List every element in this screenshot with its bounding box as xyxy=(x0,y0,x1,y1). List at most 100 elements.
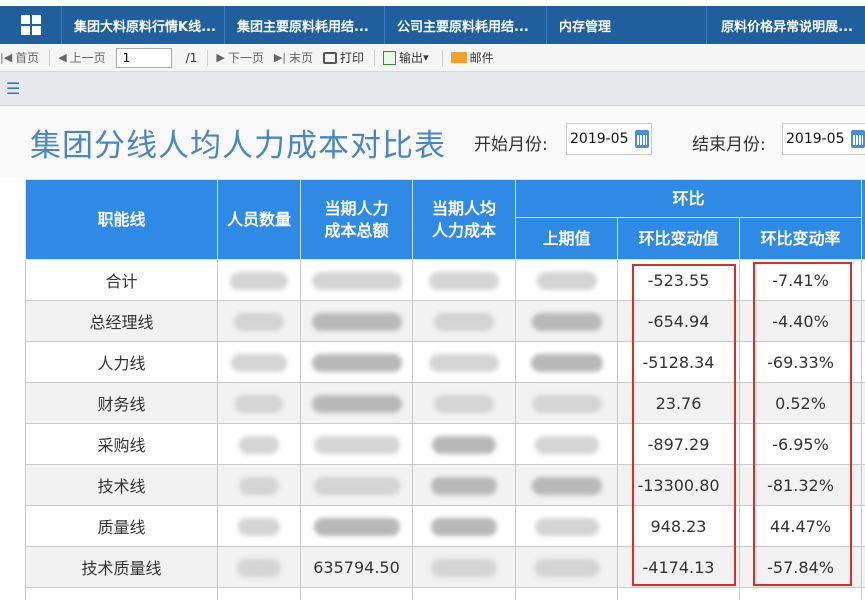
cell-extra xyxy=(861,341,865,383)
cell-mom-change: 948.23 xyxy=(617,505,740,547)
next-page-icon: ▶ xyxy=(216,51,225,64)
cell-mom-change: -5128.34 xyxy=(617,341,740,383)
table-row: 总经理线 -654.94 -4.40% xyxy=(25,300,865,342)
filter-toggle-icon[interactable]: ☰ xyxy=(6,79,20,98)
toolbar-divider xyxy=(441,49,443,66)
cell-mom-rate: 44.47% xyxy=(738,505,863,547)
report-toolbar: |◀ 首页 ◀ 上一页 /1 ▶ 下一页 ▶| 末页 打印 输出 ▾ xyxy=(0,44,865,72)
cell-prev-redacted xyxy=(515,259,618,301)
cell-prev-redacted xyxy=(515,341,618,383)
cell-empty xyxy=(861,587,865,600)
cell-extra xyxy=(861,382,865,424)
cell-headcount-redacted xyxy=(217,300,301,342)
home-button[interactable] xyxy=(0,6,62,44)
tab-price-anomaly[interactable]: 原料价格异常说明展... xyxy=(707,6,865,44)
cell-line: 技术线 xyxy=(25,464,218,506)
cell-mom-rate: -81.32% xyxy=(738,464,863,506)
table-row: 质量线 948.23 44.47% xyxy=(25,505,865,547)
cell-per-capita-redacted xyxy=(412,423,516,465)
toolbar-divider xyxy=(207,49,209,66)
printer-icon xyxy=(323,51,338,64)
tab-material-kline[interactable]: 集团大料原料行情K线... xyxy=(62,6,225,44)
prev-page-icon: ◀ xyxy=(58,51,67,64)
cell-per-capita-redacted xyxy=(412,546,516,588)
print-label: 打印 xyxy=(340,51,365,65)
report-header: 集团分线人均人力成本对比表 开始月份: 2019-05 结束月份: 2019-0… xyxy=(0,106,865,178)
header-mom-change: 环比变动值 xyxy=(617,217,740,260)
cell-mom-rate: -4.40% xyxy=(738,300,863,342)
header-mom: 环比 xyxy=(514,179,863,218)
table-row: 人力线 -5128.34 -69.33% xyxy=(25,341,865,383)
cell-total-redacted xyxy=(300,382,413,424)
header-per-capita-line1: 当期人均 xyxy=(431,198,496,218)
cell-total-redacted xyxy=(300,300,413,342)
cell-per-capita-redacted xyxy=(412,505,516,547)
cell-total-redacted xyxy=(300,505,413,547)
mail-button[interactable]: 邮件 xyxy=(450,49,494,66)
first-page-button[interactable]: |◀ 首页 xyxy=(0,49,39,66)
toolbar-divider xyxy=(374,49,376,66)
cell-mom-rate: -69.33% xyxy=(738,341,863,383)
table-row xyxy=(25,587,865,600)
first-page-label: 首页 xyxy=(15,51,40,65)
cell-total-redacted xyxy=(300,464,413,506)
tab-group-material-usage[interactable]: 集团主要原料耗用结... xyxy=(225,6,385,44)
header-total-cost-line2: 成本总额 xyxy=(324,220,389,240)
header-extra xyxy=(861,179,865,260)
cell-prev-redacted xyxy=(515,505,618,547)
last-page-button[interactable]: ▶| 末页 xyxy=(274,49,313,66)
cell-mom-rate: 0.52% xyxy=(738,382,863,424)
tab-bar: 集团大料原料行情K线... 集团主要原料耗用结... 公司主要原料耗用结... … xyxy=(0,6,865,44)
table-row: 技术质量线 635794.50 -4174.13 -57.84% xyxy=(25,546,865,588)
cell-mom-rate: -7.41% xyxy=(738,259,863,301)
cell-extra xyxy=(861,259,865,301)
header-total-cost: 当期人力 成本总额 xyxy=(300,179,413,260)
mail-icon xyxy=(450,52,467,63)
calendar-icon[interactable] xyxy=(851,130,865,148)
report-table-container: 职能线 人员数量 当期人力 成本总额 当期人均 人力成本 环比 上期值 环比变动… xyxy=(25,179,865,600)
cell-line: 质量线 xyxy=(25,505,218,547)
cell-line: 财务线 xyxy=(25,382,218,424)
tab-memory-management[interactable]: 内存管理 xyxy=(547,6,707,44)
prev-page-button[interactable]: ◀ 上一页 xyxy=(58,49,105,66)
toolbar-divider xyxy=(49,49,51,66)
cell-per-capita-redacted xyxy=(412,300,516,342)
prev-page-label: 上一页 xyxy=(69,51,106,65)
next-page-button[interactable]: ▶ 下一页 xyxy=(216,49,263,66)
cell-headcount-redacted xyxy=(217,423,301,465)
end-month-field[interactable]: 2019-05 xyxy=(782,123,865,155)
cell-extra xyxy=(861,546,865,588)
page-total: /1 xyxy=(186,51,198,65)
cell-total-redacted xyxy=(300,259,413,301)
print-button[interactable]: 打印 xyxy=(323,49,364,66)
cell-extra xyxy=(861,505,865,547)
cell-extra xyxy=(861,464,865,506)
last-page-label: 末页 xyxy=(289,51,314,65)
cell-headcount-redacted xyxy=(217,464,301,506)
next-page-label: 下一页 xyxy=(227,51,264,65)
cell-total: 635794.50 xyxy=(300,546,413,588)
cell-per-capita-redacted xyxy=(412,382,516,424)
cost-comparison-table: 职能线 人员数量 当期人力 成本总额 当期人均 人力成本 环比 上期值 环比变动… xyxy=(25,179,865,600)
table-row: 采购线 -897.29 -6.95% xyxy=(25,423,865,465)
start-month-label: 开始月份: xyxy=(474,135,548,155)
cell-per-capita-redacted xyxy=(412,464,516,506)
page-number-input[interactable] xyxy=(115,47,172,68)
start-month-field[interactable]: 2019-05 xyxy=(566,123,652,155)
cell-line: 总经理线 xyxy=(25,300,218,342)
export-button[interactable]: 输出 ▾ xyxy=(383,49,432,66)
cell-prev-redacted xyxy=(515,382,618,424)
cell-headcount-redacted xyxy=(217,259,301,301)
calendar-icon[interactable] xyxy=(635,130,649,148)
cell-mom-change: -13300.80 xyxy=(617,464,740,506)
parameter-bar: ☰ xyxy=(0,72,865,106)
tab-company-material-usage[interactable]: 公司主要原料耗用结... xyxy=(385,6,547,44)
cell-line: 合计 xyxy=(25,259,218,301)
export-icon xyxy=(383,50,397,65)
cell-per-capita-redacted xyxy=(412,259,516,301)
cell-empty xyxy=(412,587,516,600)
cell-prev-redacted xyxy=(515,423,618,465)
end-month-label: 结束月份: xyxy=(692,135,766,155)
chevron-down-icon: ▾ xyxy=(423,51,429,64)
header-headcount: 人员数量 xyxy=(217,179,301,260)
